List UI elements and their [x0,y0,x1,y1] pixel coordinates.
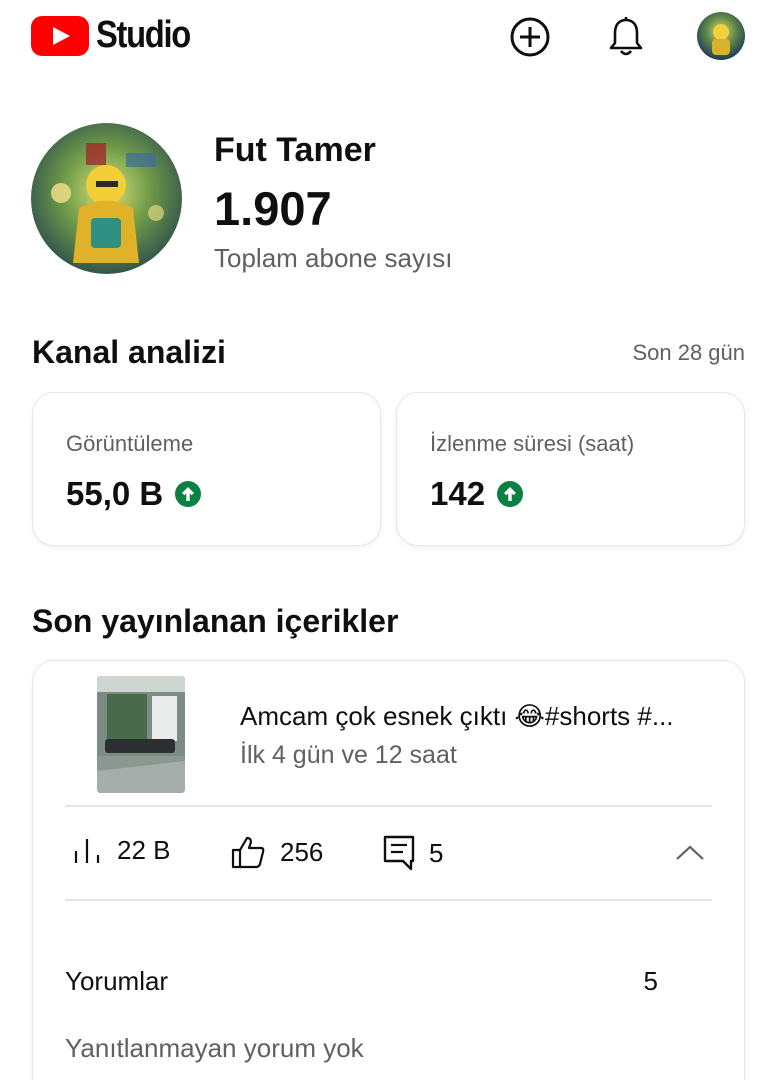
subscriber-label: Toplam abone sayısı [214,243,453,273]
divider [65,805,712,807]
unanswered-comments-note: Yanıtlanmayan yorum yok [65,1033,364,1063]
likes-count: 256 [280,836,324,867]
create-button[interactable] [509,16,551,58]
watch-time-value: 142 [430,475,486,512]
trend-up-icon [175,481,202,507]
comment-icon [383,835,415,871]
watch-time-label: İzlenme süresi (saat) [430,431,635,456]
video-thumbnail[interactable] [97,676,185,793]
views-metric: 22 B [73,835,171,866]
channel-avatar[interactable] [31,123,182,274]
views-label: Görüntüleme [66,431,194,456]
comments-row-label: Yorumlar [65,966,169,996]
comments-count: 5 [429,837,444,868]
comments-metric: 5 [383,835,443,871]
channel-avatar-image [31,123,182,274]
video-period: İlk 4 gün ve 12 saat [240,741,457,769]
thumbnail-image [97,676,185,793]
chevron-up-icon[interactable] [673,841,707,865]
account-avatar[interactable] [697,12,745,60]
app-header: Studio [0,0,777,80]
bell-icon [609,17,643,56]
views-count: 22 B [117,835,171,865]
recent-content-title: Son yayınlanan içerikler [32,603,399,639]
logo-text: Studio [96,14,191,56]
likes-metric: 256 [230,835,323,869]
youtube-play-icon [31,15,89,56]
views-value: 55,0 B [66,475,164,512]
add-circle-icon [510,17,550,57]
watch-time-card[interactable]: İzlenme süresi (saat) 142 [396,392,745,546]
channel-name: Fut Tamer [214,131,376,169]
analytics-title: Kanal analizi [32,334,226,370]
youtube-studio-logo[interactable]: Studio [31,14,205,57]
recent-video-card: Amcam çok esnek çıktı 😂#shorts #... İlk … [32,660,745,1080]
analytics-period: Son 28 gün [632,340,745,365]
avatar-image [697,12,745,60]
views-value-row: 55,0 B [66,475,202,513]
divider [65,899,712,901]
bar-chart-icon [74,838,100,863]
comments-row-value: 5 [643,966,658,996]
notifications-button[interactable] [605,16,647,58]
thumbs-up-icon [231,836,265,869]
video-title[interactable]: Amcam çok esnek çıktı 😂#shorts #... [240,701,720,732]
subscriber-count: 1.907 [214,182,332,235]
views-card[interactable]: Görüntüleme 55,0 B [32,392,381,546]
trend-up-icon [497,481,524,507]
watch-time-value-row: 142 [430,475,524,513]
